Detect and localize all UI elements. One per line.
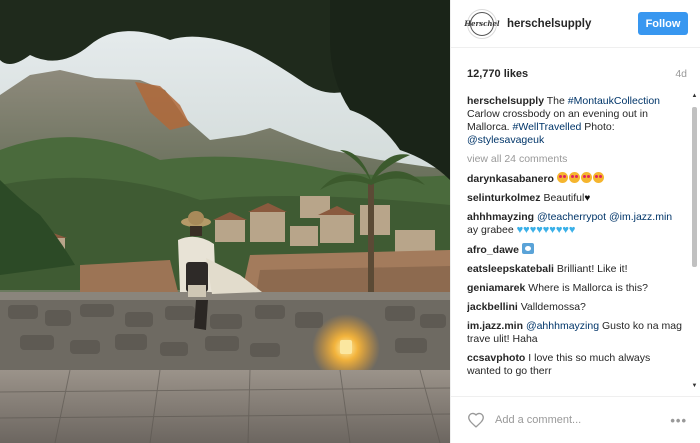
comment-username[interactable]: jackbellini (467, 301, 518, 313)
more-options-icon[interactable]: ••• (670, 413, 687, 428)
comment-item: geniamarek Where is Mallorca is this? (467, 282, 685, 295)
hashtag-link[interactable]: #MontaukCollection (568, 95, 660, 107)
caption: herschelsupply The #MontaukCollection Ca… (467, 95, 660, 146)
comment-text: Beautiful (543, 192, 585, 204)
comment-username[interactable]: ccsavphoto (467, 352, 525, 364)
comment-username[interactable]: darynkasabanero (467, 173, 554, 185)
comment-item: ccsavphoto I love this so much always wa… (467, 352, 685, 378)
view-all-comments-link[interactable]: view all 24 comments (467, 153, 685, 166)
black-heart-emoji: ♥ (584, 193, 591, 204)
post-age[interactable]: 4d (675, 68, 687, 80)
comment-item: darynkasabanero (467, 172, 685, 186)
comment-item: selinturkolmez Beautiful♥ (467, 192, 685, 205)
likes-count[interactable]: 12,770 likes (467, 68, 528, 80)
comment-item: ahhhmayzing @teacherrypot @im.jazz.min a… (467, 211, 685, 237)
bear-emoji (521, 243, 534, 254)
scrollbar-thumb[interactable] (692, 107, 697, 267)
blue-hearts-emoji: ♥♥♥♥♥♥♥♥♥ (516, 224, 576, 236)
caption-username[interactable]: herschelsupply (467, 95, 544, 107)
mention-link[interactable]: @stylesavageuk (467, 134, 544, 146)
comment-item: im.jazz.min @ahhhmayzing Gusto ko na mag… (467, 320, 685, 346)
comment-text: Brilliant! Like it! (556, 263, 628, 275)
mention-link[interactable]: @teacherrypot (537, 211, 606, 223)
comment-text: Valldemossa? (520, 301, 586, 313)
mention-link[interactable]: @im.jazz.min (609, 211, 672, 223)
scroll-down-arrow-icon[interactable]: ▼ (691, 383, 698, 390)
heart-eyes-emoji (556, 172, 605, 185)
hashtag-link[interactable]: #WellTravelled (513, 121, 582, 133)
comment-username[interactable]: eatsleepskatebali (467, 263, 554, 275)
post-header: Herschel herschelsupply Follow (451, 0, 700, 48)
post-footer: ••• (451, 396, 700, 443)
comment-text: ay grabee (467, 224, 517, 236)
header-username[interactable]: herschelsupply (507, 18, 638, 30)
post-side-panel: Herschel herschelsupply Follow 12,770 li… (450, 0, 700, 443)
follow-button[interactable]: Follow (638, 12, 688, 35)
comment-item: jackbellini Valldemossa? (467, 301, 685, 314)
comment-username[interactable]: im.jazz.min (467, 320, 523, 332)
comment-username[interactable]: afro_dawe (467, 244, 519, 256)
instagram-post: Herschel herschelsupply Follow 12,770 li… (0, 0, 700, 443)
comment-username[interactable]: selinturkolmez (467, 192, 541, 204)
comments-scrollbar[interactable]: ▲ ▼ (691, 93, 698, 390)
profile-avatar[interactable]: Herschel (464, 8, 500, 39)
comment-username[interactable]: geniamarek (467, 282, 525, 294)
photo-illustration (0, 0, 450, 443)
like-heart-icon[interactable] (467, 412, 485, 428)
post-photo[interactable] (0, 0, 450, 443)
brand-logo: Herschel (464, 11, 500, 36)
add-comment-input[interactable] (495, 414, 671, 426)
comment-item: afro_dawe (467, 243, 685, 257)
scroll-up-arrow-icon[interactable]: ▲ (691, 93, 698, 100)
comment-text: Where is Mallorca is this? (528, 282, 648, 294)
post-stats: 12,770 likes 4d (467, 66, 687, 82)
comment-item: eatsleepskatebali Brilliant! Like it! (467, 263, 685, 276)
mention-link[interactable]: @ahhhmayzing (526, 320, 599, 332)
comment-username[interactable]: ahhhmayzing (467, 211, 534, 223)
comments-list[interactable]: herschelsupply The #MontaukCollection Ca… (467, 95, 685, 388)
